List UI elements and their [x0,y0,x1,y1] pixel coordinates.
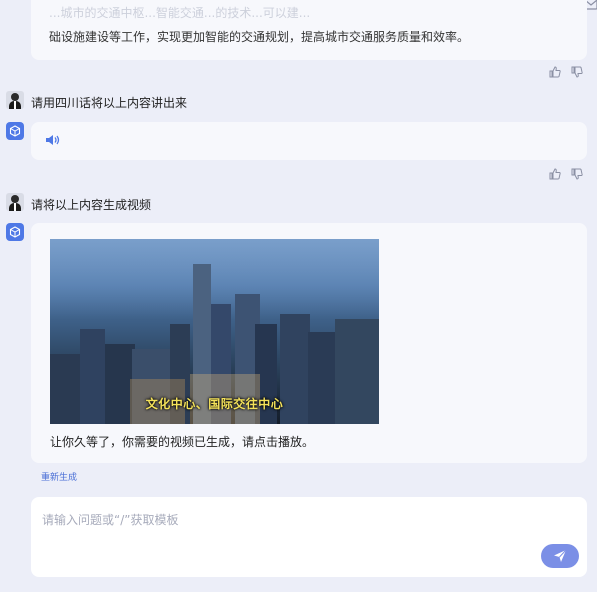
ai-message-text: 让你久等了，你需要的视频已生成，请点击播放。 [50,435,315,449]
feedback-bar [549,168,583,180]
user-avatar [6,193,24,211]
thumbs-up-icon[interactable] [549,168,561,180]
ai-message-bubble: ...城市的交通中枢...智能交通...的技术...可以建... 础设施建设等工… [31,0,587,60]
thumbs-down-icon[interactable] [571,168,583,180]
user-message-text: 请用四川话将以上内容讲出来 [31,96,188,110]
regenerate-link[interactable]: 重新生成 [41,470,77,483]
video-caption: 文化中心、国际交往中心 [145,397,284,411]
ai-cube-icon [6,223,24,241]
chat-input-box[interactable]: 请输入问题或“/”获取模板 [31,497,587,577]
ai-video-bubble: 文化中心、国际交往中心 让你久等了，你需要的视频已生成，请点击播放。 [31,223,587,463]
user-message-text: 请将以上内容生成视频 [31,198,152,212]
send-button[interactable] [541,544,579,568]
ai-message-text: 础设施建设等工作，实现更加智能的交通规划，提高城市交通服务质量和效率。 [49,30,470,44]
ai-audio-bubble [31,122,587,160]
ai-cube-icon [6,122,24,140]
video-player[interactable]: 文化中心、国际交往中心 [50,239,379,424]
faded-message-line: ...城市的交通中枢...智能交通...的技术...可以建... [49,6,311,20]
send-icon [554,549,567,562]
thumbs-up-icon[interactable] [549,66,561,78]
chat-input-placeholder[interactable]: 请输入问题或“/”获取模板 [42,511,178,528]
thumbs-down-icon[interactable] [571,66,583,78]
user-avatar [6,91,24,109]
feedback-bar [549,66,583,78]
speaker-icon[interactable] [45,134,61,146]
